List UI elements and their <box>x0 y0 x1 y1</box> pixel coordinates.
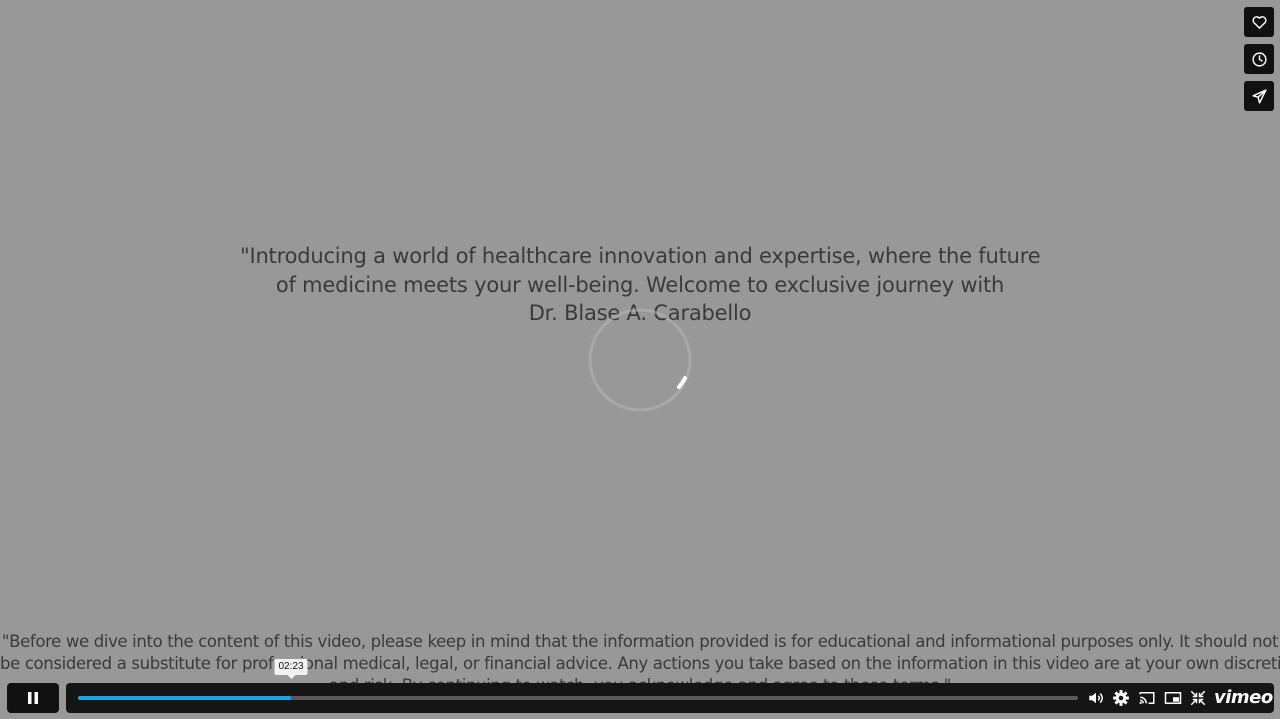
progress-bar[interactable] <box>78 696 1078 700</box>
cast-icon <box>1139 692 1155 704</box>
video-player[interactable]: "Introducing a world of healthcare innov… <box>0 0 1280 719</box>
vimeo-logo[interactable]: vimeo <box>1214 687 1273 708</box>
exit-fullscreen-button[interactable] <box>1189 689 1207 707</box>
progress-fill <box>78 696 291 700</box>
player-control-bar: vimeo <box>66 683 1274 713</box>
send-icon <box>1251 88 1267 104</box>
loading-spinner-icon <box>588 308 692 412</box>
watch-later-button[interactable] <box>1244 44 1274 74</box>
pip-icon <box>1164 692 1182 704</box>
intro-line-2: of medicine meets your well-being. Welco… <box>275 272 1005 297</box>
volume-button[interactable] <box>1087 689 1105 707</box>
heart-icon <box>1251 15 1267 29</box>
gear-icon <box>1113 690 1129 706</box>
share-button[interactable] <box>1244 81 1274 111</box>
picture-in-picture-button[interactable] <box>1164 689 1182 707</box>
intro-line-1: "Introducing a world of healthcare innov… <box>240 244 1041 268</box>
pause-icon <box>28 692 38 704</box>
disclaimer-line-1: "Before we dive into the content of this… <box>1 632 1279 651</box>
side-action-buttons <box>1244 7 1274 118</box>
cast-button[interactable] <box>1138 689 1156 707</box>
settings-button[interactable] <box>1112 689 1130 707</box>
exit-fullscreen-icon <box>1190 690 1206 706</box>
current-time-tooltip: 02:23 <box>274 659 308 679</box>
pause-button[interactable] <box>7 683 59 713</box>
like-button[interactable] <box>1244 7 1274 37</box>
time-tooltip-layer: 02:23 <box>66 659 1274 679</box>
volume-icon <box>1089 692 1103 704</box>
clock-icon <box>1251 51 1267 67</box>
